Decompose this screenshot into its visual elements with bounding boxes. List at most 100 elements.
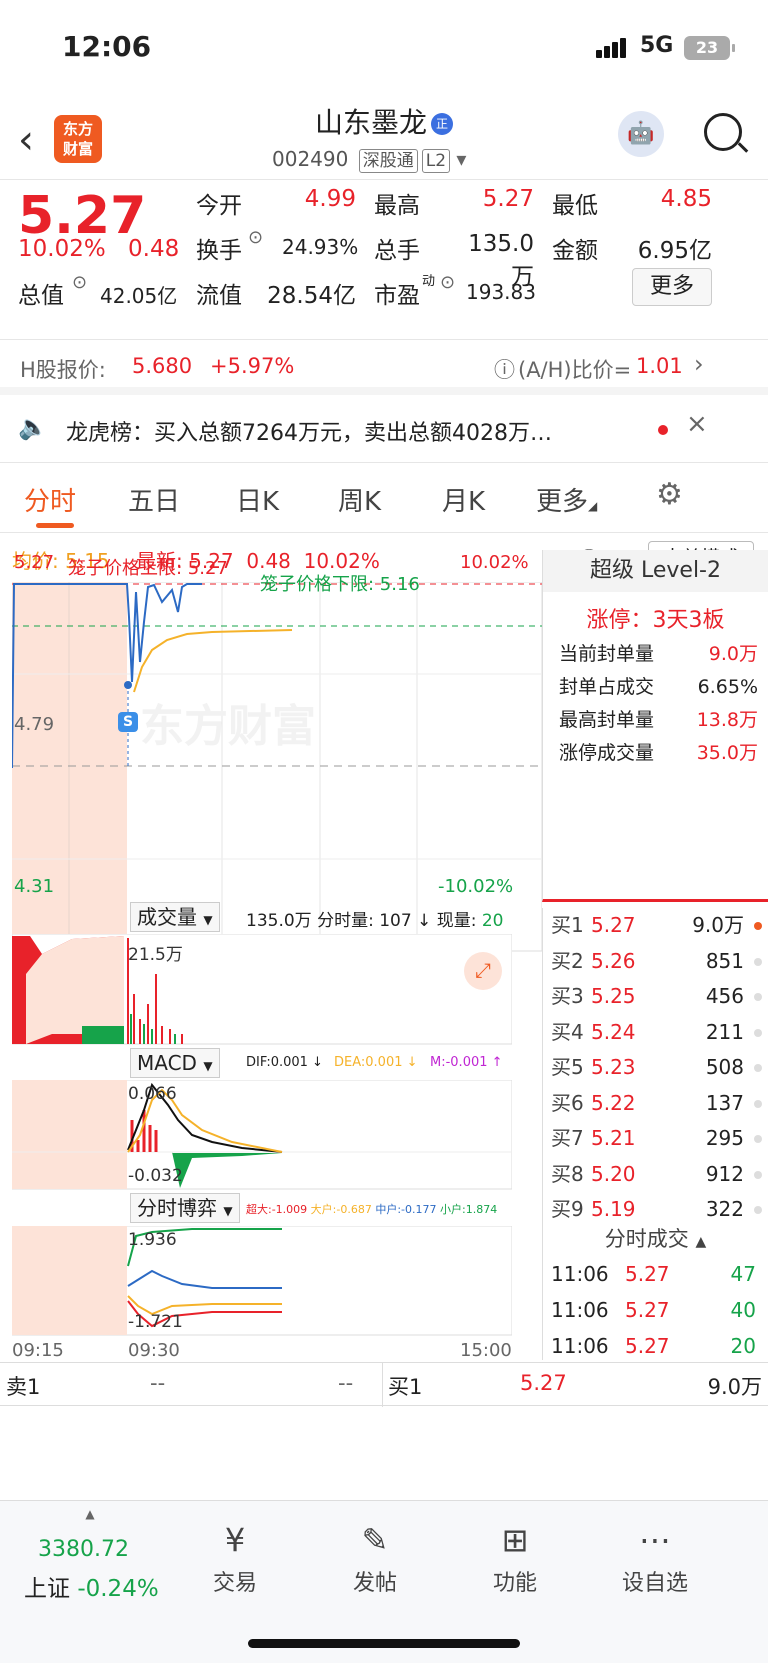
chevron-down-icon: ▾: [456, 147, 467, 171]
more-button[interactable]: 更多: [632, 268, 712, 306]
tab-daily-k[interactable]: 日K: [236, 481, 279, 518]
dragon-tiger-banner[interactable]: 🔈 龙虎榜：买入总额7264万元，卖出总额4028万… ×: [0, 395, 768, 463]
battery-icon: 23: [684, 36, 735, 60]
x-start-label: 09:15: [12, 1340, 64, 1361]
trade-price: 5.27: [625, 1262, 670, 1286]
tab-more[interactable]: 更多◢: [536, 481, 597, 518]
trades-panel[interactable]: 分时成交 ▲ 11:06 5.27 47 11:06 5.27 40 11:06 5.27 20: [542, 1222, 768, 1360]
active-tab-indicator: [36, 523, 74, 528]
status-bar: 12:06 5G 23: [0, 0, 768, 95]
connect-tag: 深股通: [358, 149, 418, 173]
level2-row-label: 涨停成交量: [559, 742, 655, 764]
nav-trade[interactable]: ¥ 交易: [180, 1521, 290, 1597]
trades-rows: 11:06 5.27 47 11:06 5.27 40 11:06 5.27 20: [543, 1256, 768, 1364]
mktcap-label: 总值: [18, 283, 64, 309]
level2-row: 封单占成交 6.65%: [543, 671, 768, 704]
more-dots-icon: ⋯: [639, 1521, 671, 1559]
book-level: 买1: [551, 913, 584, 937]
s-marker-label: S: [122, 714, 134, 730]
book-volume: 137: [705, 1090, 744, 1115]
trade-volume: 47: [730, 1262, 756, 1286]
level2-panel: 超级 Level-2 涨停：3天3板 当前封单量 9.0万 封单占成交 6.65% 最高…: [542, 550, 768, 902]
level2-row-value: 6.65%: [697, 676, 758, 698]
book-dot: [754, 922, 762, 930]
book-dot: [754, 957, 762, 966]
close-icon[interactable]: ×: [686, 409, 708, 439]
book-level: 买2: [551, 948, 584, 973]
order-book-row[interactable]: 买8 5.20 912: [543, 1157, 768, 1193]
bottom-nav: ▲ 3380.72 上证 -0.24% ¥ 交易 ✎ 发帖 ⊞ 功能 ⋯ 设自选: [0, 1500, 768, 1663]
settings-gear-icon[interactable]: ⚙: [656, 477, 683, 512]
tab-weekly-k[interactable]: 周K: [338, 481, 381, 518]
y-top-label: 5.27: [14, 552, 55, 573]
low-label: 最低: [552, 193, 598, 219]
y-bottom-label: 4.31: [14, 876, 55, 897]
help-icon[interactable]: ⓘ: [494, 354, 515, 384]
book-price: 5.24: [591, 1019, 636, 1044]
info-icon[interactable]: ⊙: [248, 227, 263, 248]
buy1-price: 5.27: [520, 1371, 567, 1395]
change-value: 0.48: [128, 236, 180, 262]
float-label: 流值: [196, 283, 242, 309]
trade-time: 11:06: [551, 1298, 609, 1322]
book-dot: [754, 1170, 762, 1179]
speaker-icon: 🔈: [18, 413, 48, 441]
game-top-label: 1.936: [128, 1230, 177, 1250]
macd-m: M:-0.001 ↑: [430, 1055, 503, 1070]
chevron-right-icon: ›: [694, 350, 704, 378]
order-book-row[interactable]: 买2 5.26 851: [543, 944, 768, 980]
stock-header: ‹ 东方 财富 山东墨龙正 002490 深股通 L2 ▾ 🤖: [0, 95, 768, 180]
book-price: 5.26: [591, 948, 636, 973]
order-book-row[interactable]: 买4 5.24 211: [543, 1015, 768, 1051]
hshare-price: 5.680: [132, 354, 193, 378]
order-book-row[interactable]: 买1 5.27 9.0万: [543, 908, 768, 944]
upper-limit-label: 笼子价格上限: 5.27: [68, 558, 228, 579]
order-book: 买1 5.27 9.0万 买2 5.26 851 买3 5.25 456 买4 5.24 211 买5 5…: [542, 908, 768, 1228]
limit-up-count: 涨停：3天3板: [586, 608, 725, 633]
order-book-rows: 买1 5.27 9.0万 买2 5.26 851 买3 5.25 456 买4 5.24 211 买5 5…: [543, 908, 768, 1228]
level2-title: 超级 Level-2: [543, 550, 768, 592]
order-book-row[interactable]: 买5 5.23 508: [543, 1050, 768, 1086]
chart-tabs: 分时 五日 日K 周K 月K 更多◢ ⚙: [0, 463, 768, 533]
order-book-row[interactable]: 买7 5.21 295: [543, 1121, 768, 1157]
nav-add-watchlist[interactable]: ⋯ 设自选: [600, 1521, 710, 1597]
volume-indicator-select[interactable]: 成交量 ▼: [130, 902, 220, 932]
macd-indicator-select[interactable]: MACD ▼: [130, 1048, 220, 1078]
book-volume: 912: [705, 1161, 744, 1186]
trade-row: 11:06 5.27 20: [543, 1328, 768, 1364]
turnover-value: 24.93%: [282, 235, 359, 259]
order-book-row[interactable]: 买6 5.22 137: [543, 1086, 768, 1122]
open-label: 今开: [196, 193, 242, 219]
book-volume: 508: [705, 1055, 744, 1079]
amount-value: 6.95亿: [637, 238, 712, 264]
buy1-label: 买1: [388, 1375, 423, 1399]
search-icon[interactable]: [704, 113, 742, 151]
info-icon[interactable]: ⊙: [440, 272, 455, 293]
expand-icon[interactable]: ⤢: [464, 952, 502, 990]
stock-code-row[interactable]: 002490 深股通 L2 ▾: [272, 147, 466, 173]
book-price: 5.20: [591, 1161, 636, 1186]
game-indicator-select[interactable]: 分时博弈 ▼: [130, 1193, 240, 1223]
nav-functions[interactable]: ⊞ 功能: [460, 1521, 570, 1597]
tab-five-day[interactable]: 五日: [128, 481, 180, 518]
change-pct: 10.02%: [18, 236, 106, 262]
level2-row-label: 最高封单量: [559, 709, 655, 731]
tab-monthly-k[interactable]: 月K: [442, 481, 485, 518]
nav-post[interactable]: ✎ 发帖: [320, 1521, 430, 1597]
hshare-row[interactable]: H股报价: 5.680 +5.97% ⓘ (A/H)比价= 1.01 ›: [0, 340, 768, 395]
home-indicator: [248, 1639, 520, 1648]
trade-volume: 20: [730, 1334, 756, 1358]
trades-title: 分时成交 ▲: [604, 1227, 707, 1251]
amount-label: 金额: [552, 238, 598, 264]
book-level: 买7: [551, 1126, 584, 1150]
tab-intraday[interactable]: 分时: [24, 481, 76, 518]
info-icon[interactable]: ⊙: [72, 272, 87, 293]
trade-yen-icon: ¥: [224, 1521, 246, 1559]
ah-ratio-label: (A/H)比价=: [518, 358, 632, 382]
order-book-row[interactable]: 买3 5.25 456: [543, 979, 768, 1015]
index-value[interactable]: 3380.72: [38, 1537, 129, 1562]
network-label: 5G: [640, 33, 674, 58]
trade-row: 11:06 5.27 47: [543, 1256, 768, 1292]
index-row[interactable]: 上证 -0.24%: [24, 1569, 159, 1603]
assistant-avatar-icon[interactable]: 🤖: [618, 111, 664, 157]
